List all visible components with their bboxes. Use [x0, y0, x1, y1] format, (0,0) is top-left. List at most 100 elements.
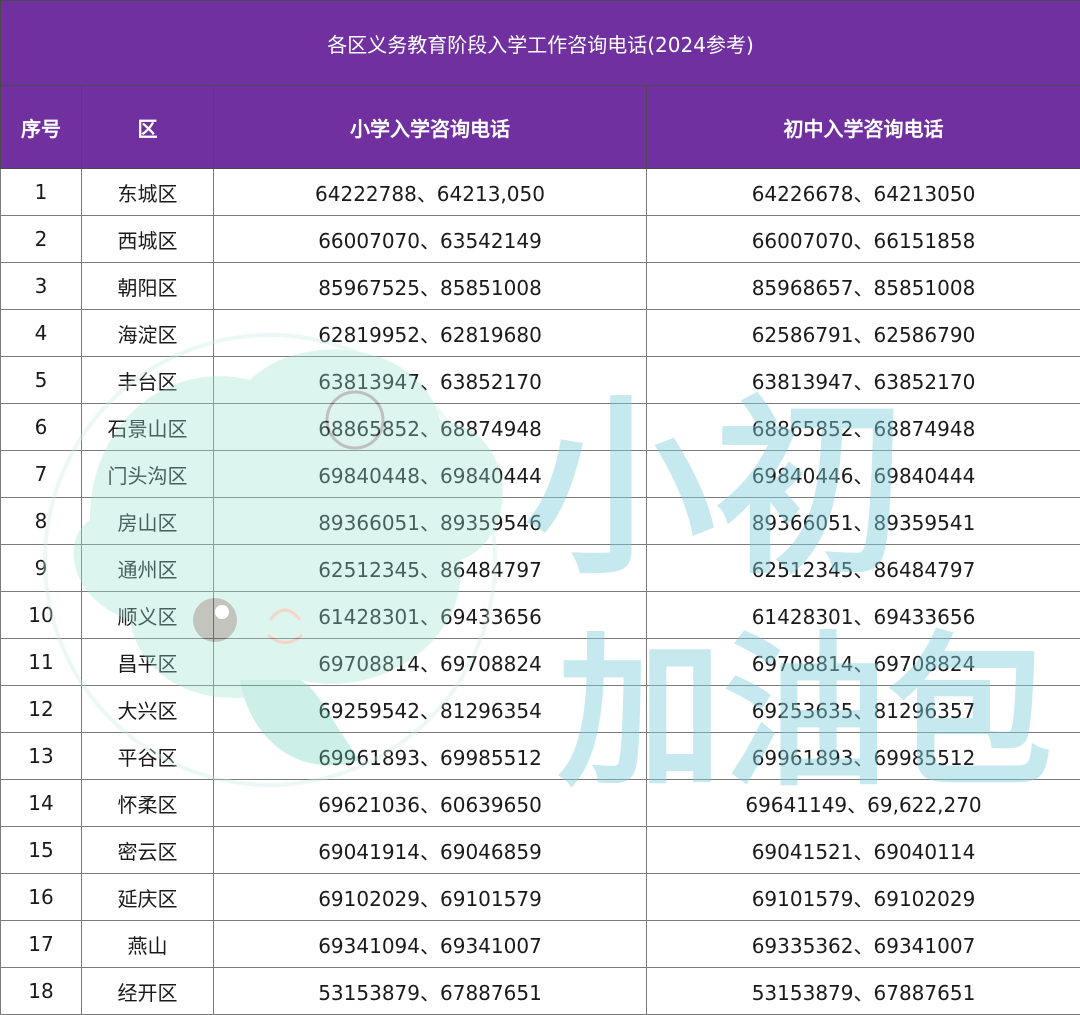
row-district: 昌平区 — [81, 638, 214, 686]
table-row: 17 燕山 69341094、69341007 69335362、69341007 — [0, 920, 1080, 968]
table-row: 18 经开区 53153879、67887651 53153879、67887651 — [0, 967, 1080, 1015]
row-district: 房山区 — [81, 497, 214, 545]
row-no: 13 — [0, 732, 82, 780]
table-row: 14 怀柔区 69621036、60639650 69641149、69,622,27… — [0, 779, 1080, 827]
row-no: 6 — [0, 403, 82, 451]
row-junior-phone: 61428301、69433656 — [645, 591, 1080, 639]
table-row: 6 石景山区 68865852、68874948 68865852、68874948 — [0, 403, 1080, 451]
table-row: 13 平谷区 69961893、69985512 69961893、69985512 — [0, 732, 1080, 780]
row-primary-phone: 64222788、64213,050 — [213, 168, 647, 216]
row-no: 12 — [0, 685, 82, 733]
hotline-table: 各区义务教育阶段入学工作咨询电话(2024参考) 序号 区 小学入学咨询电话 初… — [0, 0, 1080, 1015]
enrollment-hotline-sheet: 各区义务教育阶段入学工作咨询电话(2024参考) 序号 区 小学入学咨询电话 初… — [0, 0, 1080, 1015]
row-primary-phone: 69840448、69840444 — [213, 450, 647, 498]
row-junior-phone: 69961893、69985512 — [645, 732, 1080, 780]
row-primary-phone: 69341094、69341007 — [213, 920, 647, 968]
table-body: 1 东城区 64222788、64213,050 64226678、64213050 2… — [0, 168, 1080, 1015]
row-primary-phone: 69259542、81296354 — [213, 685, 647, 733]
row-junior-phone: 63813947、63852170 — [645, 356, 1080, 404]
row-primary-phone: 66007070、63542149 — [213, 215, 647, 263]
table-row: 10 顺义区 61428301、69433656 61428301、69433656 — [0, 591, 1080, 639]
row-junior-phone: 53153879、67887651 — [645, 967, 1080, 1015]
row-primary-phone: 68865852、68874948 — [213, 403, 647, 451]
row-no: 16 — [0, 873, 82, 921]
row-district: 石景山区 — [81, 403, 214, 451]
row-no: 18 — [0, 967, 82, 1015]
row-junior-phone: 64226678、64213050 — [645, 168, 1080, 216]
table-row: 8 房山区 89366051、89359546 89366051、89359541 — [0, 497, 1080, 545]
row-district: 丰台区 — [81, 356, 214, 404]
row-primary-phone: 89366051、89359546 — [213, 497, 647, 545]
row-district: 海淀区 — [81, 309, 214, 357]
table-row: 2 西城区 66007070、63542149 66007070、66151858 — [0, 215, 1080, 263]
row-junior-phone: 69335362、69341007 — [645, 920, 1080, 968]
table-row: 4 海淀区 62819952、62819680 62586791、62586790 — [0, 309, 1080, 357]
header-district: 区 — [81, 85, 214, 169]
row-junior-phone: 69840446、69840444 — [645, 450, 1080, 498]
row-junior-phone: 66007070、66151858 — [645, 215, 1080, 263]
row-no: 9 — [0, 544, 82, 592]
row-no: 15 — [0, 826, 82, 874]
row-district: 大兴区 — [81, 685, 214, 733]
title-row: 各区义务教育阶段入学工作咨询电话(2024参考) — [0, 0, 1080, 86]
table-row: 11 昌平区 69708814、69708824 69708814、69708824 — [0, 638, 1080, 686]
row-no: 17 — [0, 920, 82, 968]
row-district: 经开区 — [81, 967, 214, 1015]
row-no: 5 — [0, 356, 82, 404]
row-no: 4 — [0, 309, 82, 357]
row-junior-phone: 68865852、68874948 — [645, 403, 1080, 451]
row-junior-phone: 69101579、69102029 — [645, 873, 1080, 921]
row-primary-phone: 62819952、62819680 — [213, 309, 647, 357]
row-junior-phone: 85968657、85851008 — [645, 262, 1080, 310]
row-district: 朝阳区 — [81, 262, 214, 310]
row-district: 门头沟区 — [81, 450, 214, 498]
table-title: 各区义务教育阶段入学工作咨询电话(2024参考) — [0, 0, 1080, 86]
row-district: 顺义区 — [81, 591, 214, 639]
row-no: 14 — [0, 779, 82, 827]
row-district: 东城区 — [81, 168, 214, 216]
row-no: 3 — [0, 262, 82, 310]
row-primary-phone: 69041914、69046859 — [213, 826, 647, 874]
row-primary-phone: 85967525、85851008 — [213, 262, 647, 310]
row-primary-phone: 53153879、67887651 — [213, 967, 647, 1015]
row-junior-phone: 62512345、86484797 — [645, 544, 1080, 592]
row-no: 1 — [0, 168, 82, 216]
row-no: 8 — [0, 497, 82, 545]
header-primary-phone: 小学入学咨询电话 — [213, 85, 647, 169]
table-row: 1 东城区 64222788、64213,050 64226678、64213050 — [0, 168, 1080, 216]
row-district: 通州区 — [81, 544, 214, 592]
row-no: 7 — [0, 450, 82, 498]
row-district: 怀柔区 — [81, 779, 214, 827]
header-junior-phone: 初中入学咨询电话 — [645, 85, 1080, 169]
row-junior-phone: 69641149、69,622,270 — [645, 779, 1080, 827]
row-junior-phone: 62586791、62586790 — [645, 309, 1080, 357]
row-district: 西城区 — [81, 215, 214, 263]
row-junior-phone: 69041521、69040114 — [645, 826, 1080, 874]
row-primary-phone: 69708814、69708824 — [213, 638, 647, 686]
row-primary-phone: 69961893、69985512 — [213, 732, 647, 780]
table-row: 9 通州区 62512345、86484797 62512345、86484797 — [0, 544, 1080, 592]
table-row: 3 朝阳区 85967525、85851008 85968657、85851008 — [0, 262, 1080, 310]
table-row: 15 密云区 69041914、69046859 69041521、69040114 — [0, 826, 1080, 874]
row-primary-phone: 69102029、69101579 — [213, 873, 647, 921]
table-row: 12 大兴区 69259542、81296354 69253635、81296357 — [0, 685, 1080, 733]
table-row: 7 门头沟区 69840448、69840444 69840446、69840444 — [0, 450, 1080, 498]
row-junior-phone: 69708814、69708824 — [645, 638, 1080, 686]
row-primary-phone: 61428301、69433656 — [213, 591, 647, 639]
row-primary-phone: 63813947、63852170 — [213, 356, 647, 404]
table-row: 16 延庆区 69102029、69101579 69101579、69102029 — [0, 873, 1080, 921]
row-junior-phone: 69253635、81296357 — [645, 685, 1080, 733]
row-district: 延庆区 — [81, 873, 214, 921]
row-junior-phone: 89366051、89359541 — [645, 497, 1080, 545]
row-primary-phone: 69621036、60639650 — [213, 779, 647, 827]
row-no: 11 — [0, 638, 82, 686]
header-row: 序号 区 小学入学咨询电话 初中入学咨询电话 — [0, 85, 1080, 169]
row-district: 平谷区 — [81, 732, 214, 780]
row-no: 10 — [0, 591, 82, 639]
row-no: 2 — [0, 215, 82, 263]
row-primary-phone: 62512345、86484797 — [213, 544, 647, 592]
header-no: 序号 — [0, 85, 82, 169]
table-row: 5 丰台区 63813947、63852170 63813947、63852170 — [0, 356, 1080, 404]
row-district: 燕山 — [81, 920, 214, 968]
row-district: 密云区 — [81, 826, 214, 874]
